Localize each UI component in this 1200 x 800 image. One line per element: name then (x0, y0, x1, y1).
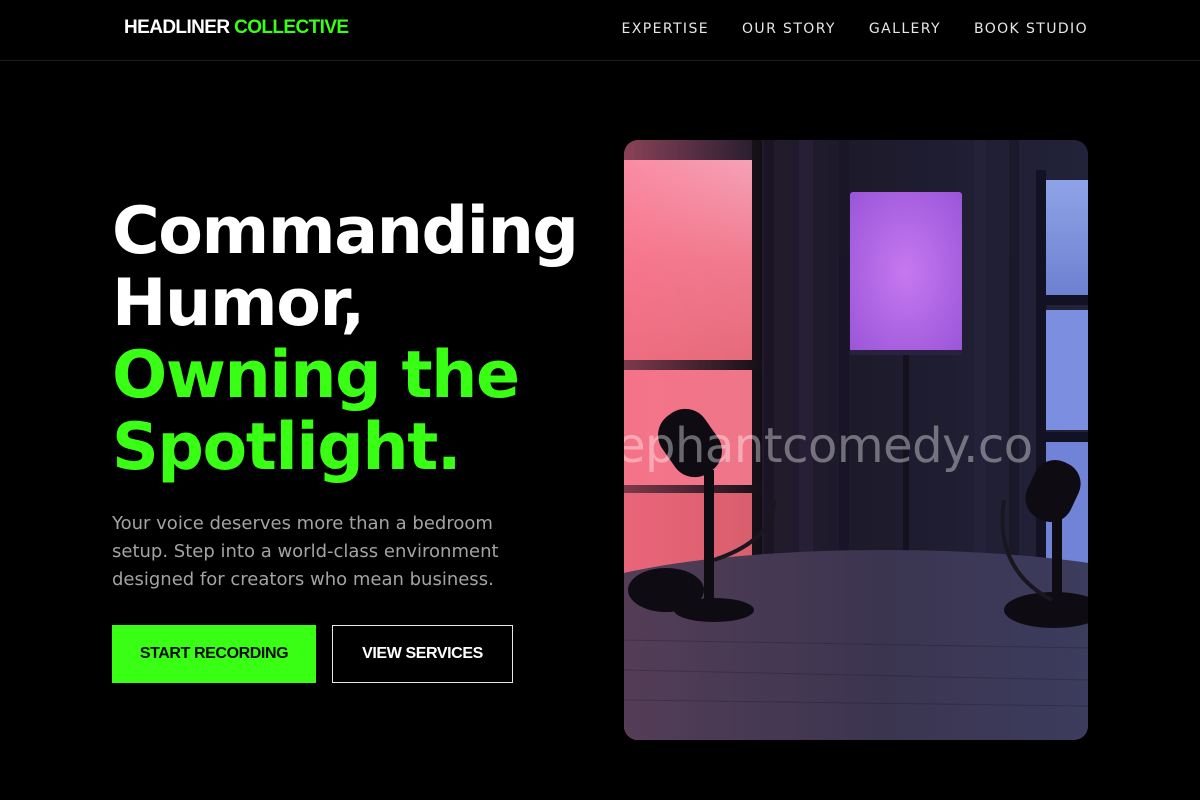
nav-link-book-studio[interactable]: BOOK STUDIO (974, 21, 1088, 37)
headline-line-3: Owning the (112, 338, 520, 413)
main-nav: EXPERTISE OUR STORY GALLERY BOOK STUDIO (622, 21, 1088, 37)
view-services-button[interactable]: VIEW SERVICES (332, 625, 513, 683)
logo-primary-text: HEADLINER (124, 17, 230, 38)
hero-subtitle: Your voice deserves more than a bedroom … (112, 513, 499, 590)
logo-accent-text: COLLECTIVE (234, 17, 349, 38)
image-watermark: ephantcomedy.co (624, 418, 1033, 474)
headline-line-4: Spotlight. (112, 410, 462, 485)
site-logo[interactable]: HEADLINER COLLECTIVE (124, 17, 349, 39)
studio-photo: ephantcomedy.co (624, 140, 1088, 740)
nav-link-our-story[interactable]: OUR STORY (742, 21, 836, 37)
site-header: HEADLINER COLLECTIVE EXPERTISE OUR STORY… (0, 0, 1200, 61)
nav-link-gallery[interactable]: GALLERY (869, 21, 941, 37)
hero-headline: Commanding Humor, Owning the Spotlight. (112, 196, 612, 484)
headline-line-2: Humor, (112, 266, 365, 341)
headline-line-1: Commanding (112, 194, 579, 269)
start-recording-button[interactable]: START RECORDING (112, 625, 316, 683)
nav-link-expertise[interactable]: EXPERTISE (622, 21, 709, 37)
